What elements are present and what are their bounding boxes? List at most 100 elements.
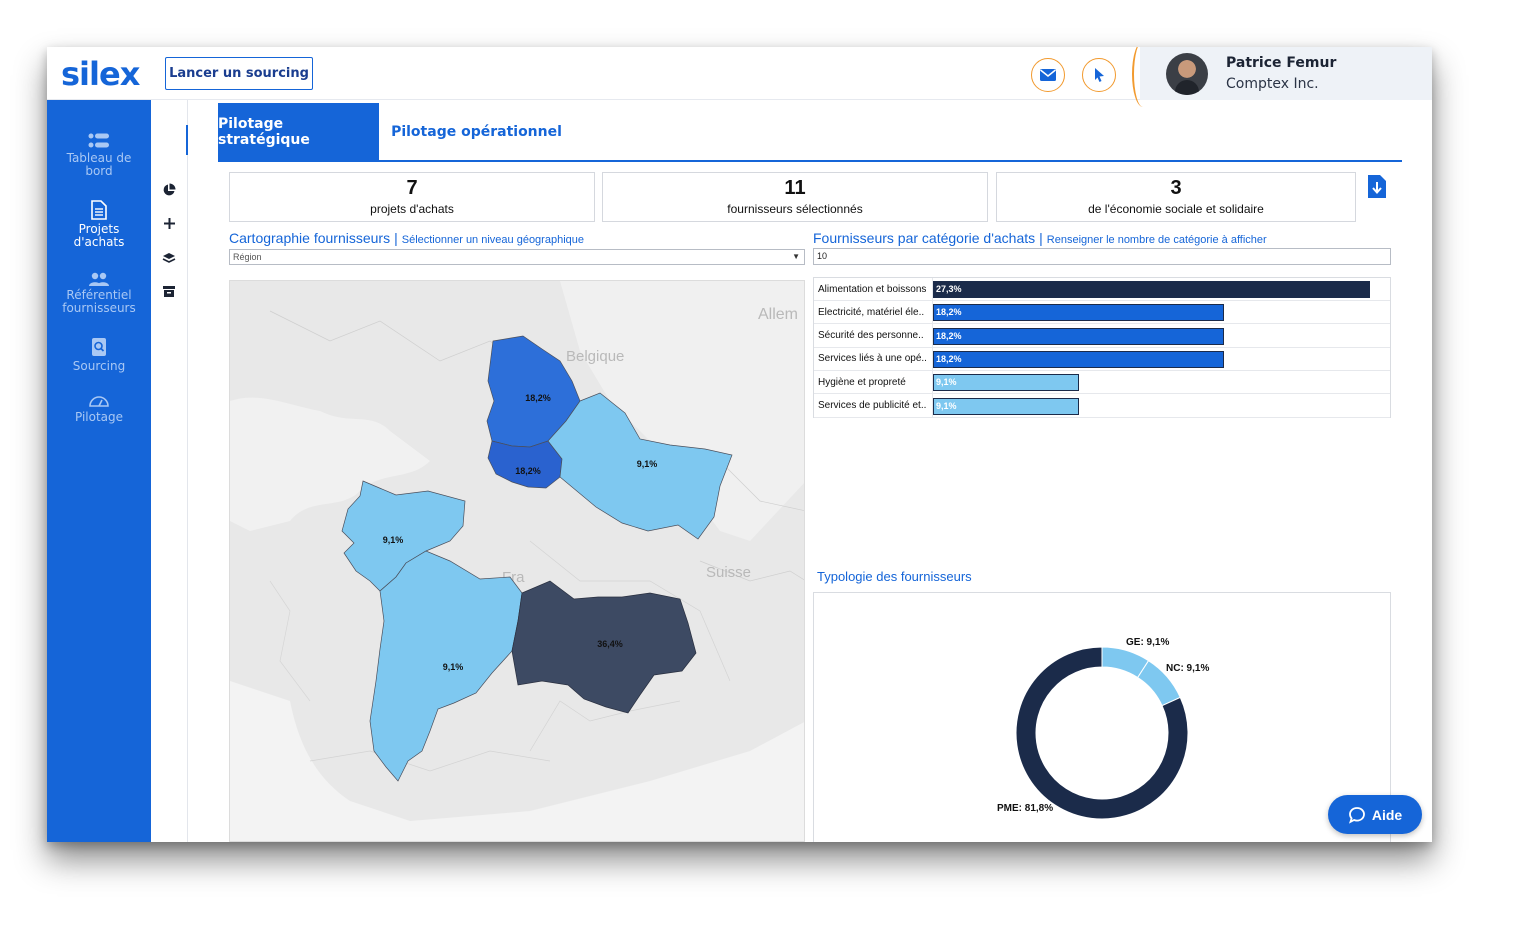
help-label: Aide (1371, 806, 1403, 823)
map-label-suisse: Suisse (706, 564, 751, 581)
category-bar-chart: Alimentation et boissons 27,3% Electricité… (813, 277, 1391, 418)
bar[interactable]: 27,3% (933, 281, 1370, 298)
pie-chart-icon (163, 183, 176, 196)
category-section-header: Fournisseurs par catégorie d'achats | Rens… (813, 230, 1267, 246)
user-card-arc (1132, 47, 1154, 107)
sidebar-label-line1: Référentiel (66, 288, 132, 302)
plus-icon (163, 217, 175, 229)
geo-level-select-value: Région (233, 252, 262, 262)
search-doc-icon (92, 338, 106, 356)
silex-logo[interactable]: silex (61, 55, 140, 93)
layers-icon (162, 252, 176, 263)
sidebar-label-line2: bord (85, 164, 113, 178)
bar-category-label: Electricité, matériel éle.. (818, 306, 925, 318)
category-count-input[interactable]: 10 (813, 248, 1391, 265)
category-section-title: Fournisseurs par catégorie d'achats (813, 230, 1036, 246)
kpi-label: de l'économie sociale et solidaire (1088, 202, 1264, 216)
bar-value-label: 18,2% (936, 353, 962, 364)
sub-item-charts[interactable] (159, 180, 179, 200)
sidebar-label-line1: Projets (78, 222, 120, 236)
separator: | (394, 230, 398, 246)
map-value-nouvelle-aquitaine: 9,1% (443, 662, 464, 672)
bar-category-label: Sécurité des personne.. (818, 330, 924, 342)
kpi-projets: 7 projets d'achats (229, 172, 595, 222)
launch-sourcing-button[interactable]: Lancer un sourcing (165, 57, 313, 90)
map-section-header: Cartographie fournisseurs | Sélectionner u… (229, 230, 584, 246)
top-bar: silex Lancer un sourcing Patrice Femur C… (47, 47, 1432, 107)
sub-active-indicator (186, 125, 188, 155)
bar-value-label: 27,3% (936, 284, 962, 294)
map-section-title: Cartographie fournisseurs (229, 230, 391, 246)
map-label-allemagne: Allem (758, 306, 798, 323)
sidebar-item-sourcing[interactable]: Sourcing (47, 337, 151, 373)
notifications-button[interactable] (1082, 58, 1116, 92)
cursor-icon (1095, 68, 1104, 82)
sidebar-label-line1: Pilotage (74, 410, 124, 424)
bar-category-label: Services liés à une opé.. (818, 353, 927, 365)
document-icon (91, 200, 107, 220)
bar[interactable]: 9,1% (933, 397, 1079, 415)
map-value-pays-de-la-loire: 9,1% (383, 535, 404, 545)
kpi-value: 7 (406, 177, 418, 199)
avatar[interactable] (1166, 53, 1208, 95)
sidebar-label-line1: Sourcing (72, 359, 126, 373)
gauge-icon (89, 396, 109, 407)
sidebar-item-referentiel-fournisseurs[interactable]: Référentiel fournisseurs (47, 272, 151, 315)
bar-value-label: 18,2% (936, 330, 962, 341)
map-value-hauts-de-france: 18,2% (525, 393, 551, 403)
sidebar-label-line2: d'achats (73, 235, 125, 249)
bar-category-label: Alimentation et boissons (818, 283, 927, 295)
bar-value-label: 9,1% (936, 377, 957, 388)
sub-item-layers[interactable] (159, 248, 179, 268)
bar[interactable]: 9,1% (933, 374, 1079, 392)
user-card[interactable]: Patrice Femur Comptex Inc. (1132, 47, 1432, 107)
donut-label-pme: PME: 81,8% (997, 803, 1053, 814)
donut-label-ge: GE: 9,1% (1126, 637, 1169, 648)
bar-row[interactable]: Sécurité des personne.. 18,2% (814, 325, 1390, 348)
kpi-fournisseurs: 11 fournisseurs sélectionnés (602, 172, 988, 222)
kpi-ess: 3 de l'économie sociale et solidaire (996, 172, 1356, 222)
bar-value-label: 9,1% (936, 400, 957, 411)
bar-row[interactable]: Hygiène et propreté 9,1% (814, 371, 1390, 395)
bar[interactable]: 18,2% (933, 327, 1225, 345)
typology-title: Typologie des fournisseurs (817, 569, 972, 584)
kpi-value: 3 (1170, 177, 1182, 199)
tab-underline (218, 160, 1402, 162)
users-icon (89, 272, 109, 286)
sidebar-item-tableau-de-bord[interactable]: Tableau de bord (47, 133, 151, 178)
bar-row[interactable]: Services de publicité et.. 9,1% (814, 395, 1390, 418)
user-company: Comptex Inc. (1226, 76, 1319, 92)
map-label-belgique: Belgique (566, 348, 624, 365)
bar-row[interactable]: Services liés à une opé.. 18,2% (814, 348, 1390, 371)
user-name: Patrice Femur (1226, 55, 1337, 71)
map-value-ile-de-france: 18,2% (515, 466, 541, 476)
category-section-subtitle: Renseigner le nombre de catégorie à affi… (1046, 234, 1267, 246)
map-value-grand-est: 9,1% (637, 459, 658, 469)
sidebar-item-projets-achats[interactable]: Projets d'achats (47, 200, 151, 249)
tab-pilotage-strategique[interactable]: Pilotage stratégique (218, 103, 379, 161)
help-button[interactable]: Aide (1328, 795, 1422, 834)
main-sidebar: Tableau de bord Projets d'achats Référen… (47, 100, 151, 842)
bar[interactable]: 18,2% (933, 304, 1225, 322)
bar-category-label: Hygiène et propreté (818, 376, 906, 388)
download-icon[interactable] (1367, 174, 1387, 199)
sidebar-item-pilotage[interactable]: Pilotage (47, 394, 151, 424)
bar-row[interactable]: Alimentation et boissons 27,3% (814, 278, 1390, 301)
kpi-label: fournisseurs sélectionnés (727, 202, 863, 216)
kpi-value: 11 (784, 177, 806, 199)
geo-level-select[interactable]: Région ▼ (229, 249, 805, 265)
kpi-label: projets d'achats (370, 202, 454, 216)
chat-bubble-icon (1348, 806, 1365, 824)
typology-donut-chart: GE: 9,1% NC: 9,1% PME: 81,8% (813, 592, 1391, 842)
messages-button[interactable] (1031, 58, 1065, 92)
sub-item-add[interactable] (159, 213, 179, 233)
bar[interactable]: 18,2% (933, 350, 1225, 368)
archive-icon (163, 285, 175, 297)
dashboard-icon (88, 133, 109, 148)
tab-pilotage-operationnel[interactable]: Pilotage opérationnel (379, 103, 574, 161)
bar-row[interactable]: Electricité, matériel éle.. 18,2% (814, 301, 1390, 325)
donut-label-nc: NC: 9,1% (1166, 663, 1209, 674)
bar-value-label: 18,2% (936, 307, 962, 318)
sub-item-archive[interactable] (159, 281, 179, 301)
supplier-map[interactable]: Allem Belgique Fra Suisse 18,2% 18,2% 9,… (229, 280, 805, 842)
